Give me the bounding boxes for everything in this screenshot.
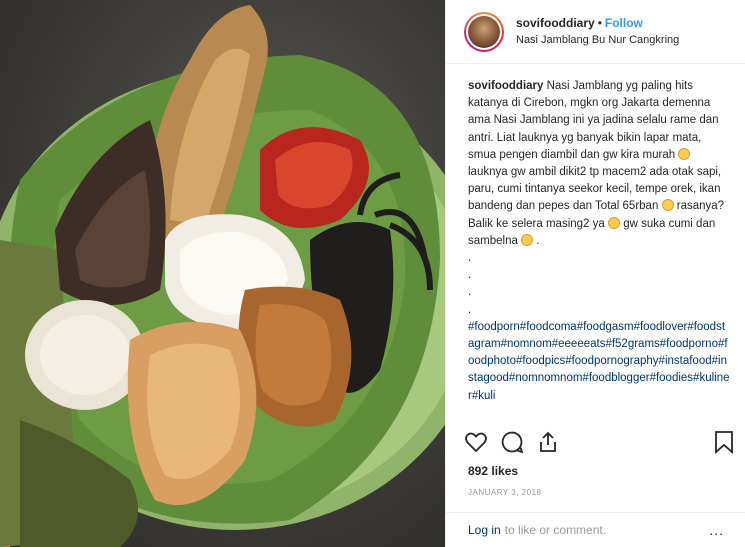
username-link[interactable]: sovifooddiary (516, 16, 595, 30)
avatar-image (468, 15, 500, 48)
caption: sovifooddiary Nasi Jamblang yg paling hi… (468, 78, 730, 418)
grimacing-face-emoji-icon (661, 199, 674, 212)
caption-text-5: . (533, 234, 540, 247)
caption-username[interactable]: sovifooddiary (468, 80, 543, 92)
grimacing-face-emoji-icon-2 (608, 216, 620, 229)
bookmark-icon[interactable] (714, 430, 734, 459)
ok-hand-emoji-icon (521, 233, 534, 246)
share-icon[interactable] (536, 430, 560, 459)
login-link[interactable]: Log in (468, 523, 501, 537)
caption-dot: . (468, 269, 472, 282)
comment-prompt: to like or comment. (504, 523, 607, 537)
comment-icon[interactable] (500, 430, 524, 459)
location-link[interactable]: Nasi Jamblang Bu Nur Cangkring (516, 33, 679, 48)
comment-bar: Log in to like or comment. ... (446, 512, 745, 547)
post-photo[interactable] (0, 0, 445, 547)
post-sidebar: sovifooddiary • Follow Nasi Jamblang Bu Nu… (445, 0, 745, 547)
likes-count[interactable]: 892 likes (468, 464, 518, 478)
post-date[interactable]: JANUARY 3, 2018 (468, 488, 541, 497)
post-header: sovifooddiary • Follow Nasi Jamblang Bu Nu… (446, 0, 745, 64)
follow-button[interactable]: Follow (605, 16, 643, 30)
caption-dot: . (468, 303, 472, 316)
caption-hashtags[interactable]: #foodporn#foodcoma#foodgasm#foodlover#fo… (468, 321, 730, 402)
heart-icon[interactable] (464, 430, 488, 459)
food-photo-illustration (0, 5, 445, 547)
caption-dot: . (468, 252, 472, 265)
caption-dot: . (468, 286, 472, 299)
grinning-face-emoji-icon (678, 147, 691, 160)
avatar[interactable] (464, 11, 504, 52)
separator-dot: • (597, 15, 602, 30)
header-info: sovifooddiary • Follow Nasi Jamblang Bu Nu… (516, 16, 679, 48)
more-options-icon[interactable]: ... (709, 522, 724, 538)
action-bar (464, 430, 734, 458)
